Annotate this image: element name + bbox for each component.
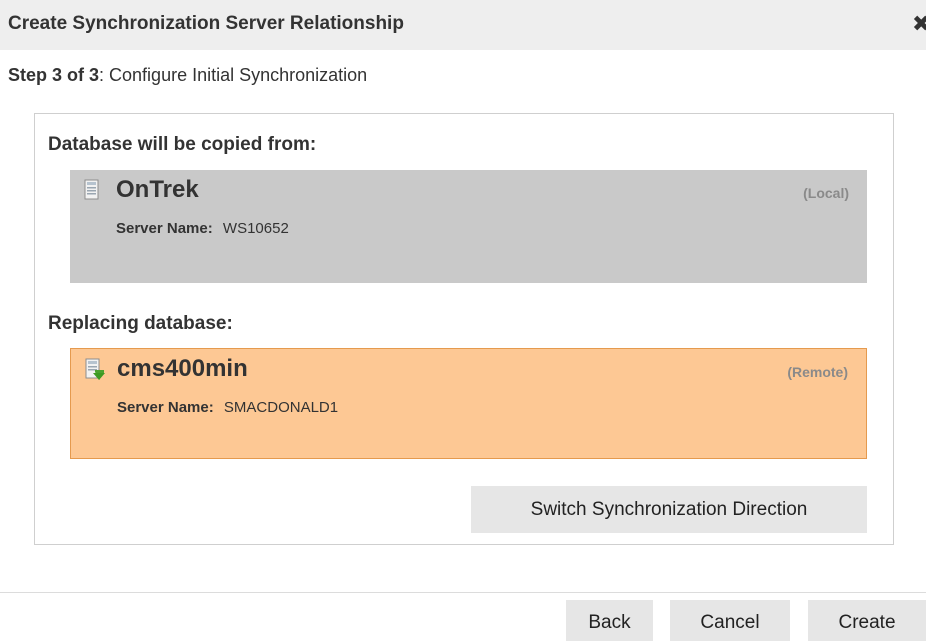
source-database-name: OnTrek (116, 176, 199, 203)
cancel-button[interactable]: Cancel (670, 600, 790, 641)
database-server-icon (84, 179, 99, 200)
switch-direction-button[interactable]: Switch Synchronization Direction (471, 486, 867, 533)
target-heading: Replacing database: (48, 313, 233, 334)
source-database-card: OnTrek (Local) Server Name: WS10652 (70, 170, 867, 283)
dialog-titlebar: Create Synchronization Server Relationsh… (0, 0, 926, 50)
target-server-row: Server Name: SMACDONALD1 (117, 399, 338, 416)
target-database-name: cms400min (117, 355, 248, 382)
source-heading: Database will be copied from: (48, 134, 317, 155)
source-server-value: WS10652 (222, 220, 289, 237)
create-button[interactable]: Create (808, 600, 926, 641)
sync-config-panel: Database will be copied from: OnTrek (Lo… (34, 113, 894, 545)
target-server-value: SMACDONALD1 (223, 399, 339, 416)
source-server-row: Server Name: WS10652 (116, 220, 289, 237)
target-server-label: Server Name: (117, 399, 214, 416)
back-button[interactable]: Back (566, 600, 653, 641)
step-number: Step 3 of 3 (8, 65, 100, 85)
source-server-label: Server Name: (116, 220, 213, 237)
target-location-tag: (Remote) (787, 364, 848, 380)
step-indicator: Step 3 of 3: Configure Initial Synchroni… (8, 65, 367, 86)
step-description: : Configure Initial Synchronization (99, 65, 368, 85)
close-icon[interactable]: ✖ (912, 10, 926, 38)
footer-divider (0, 592, 926, 593)
database-server-arrow-icon (85, 358, 105, 380)
dialog-title: Create Synchronization Server Relationsh… (8, 13, 404, 34)
target-database-card: cms400min (Remote) Server Name: SMACDONA… (70, 348, 867, 459)
source-location-tag: (Local) (803, 185, 849, 201)
create-sync-relationship-dialog: Create Synchronization Server Relationsh… (0, 0, 926, 641)
